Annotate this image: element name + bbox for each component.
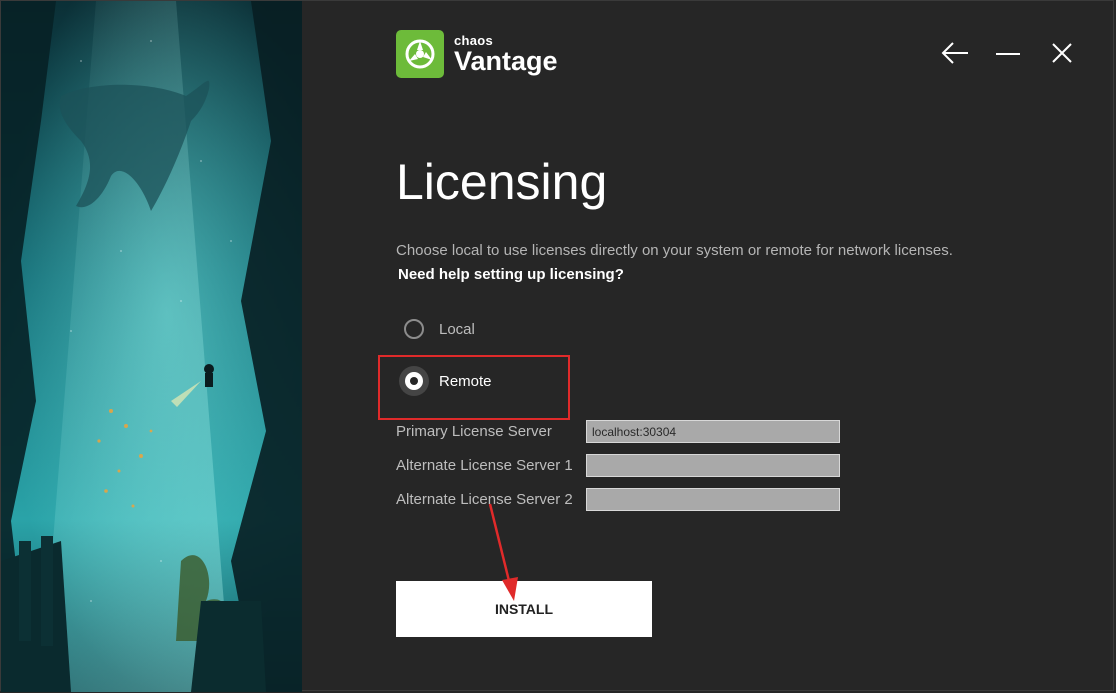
logo-brand: chaos: [454, 32, 494, 48]
minimize-icon: [996, 53, 1020, 55]
annotation-arrow-icon: [488, 503, 518, 601]
arrow-left-icon: [941, 42, 968, 64]
licensing-help-link[interactable]: Need help setting up licensing?: [398, 266, 624, 283]
radio-unchecked-icon: [404, 319, 424, 339]
alt-server-2-input[interactable]: [586, 488, 840, 511]
close-button[interactable]: [1045, 36, 1079, 70]
chaos-logo-icon: [396, 30, 444, 78]
vantage-logo: chaos Vantage: [396, 30, 558, 78]
alt-server-1-input[interactable]: [586, 454, 840, 477]
close-icon: [1052, 43, 1072, 63]
annotation-highlight-box: [378, 355, 570, 420]
underwater-artwork: [1, 1, 302, 692]
minimize-button[interactable]: [991, 36, 1025, 70]
license-option-local[interactable]: Local: [404, 319, 475, 339]
back-button[interactable]: [938, 36, 972, 70]
logo-product: Vantage: [454, 45, 558, 76]
primary-server-label: Primary License Server: [396, 423, 552, 440]
primary-server-input[interactable]: [586, 420, 840, 443]
license-option-local-label: Local: [439, 320, 475, 338]
page-title: Licensing: [396, 154, 608, 210]
licensing-description: Choose local to use licenses directly on…: [396, 242, 953, 259]
alt-server-1-label: Alternate License Server 1: [396, 457, 573, 474]
